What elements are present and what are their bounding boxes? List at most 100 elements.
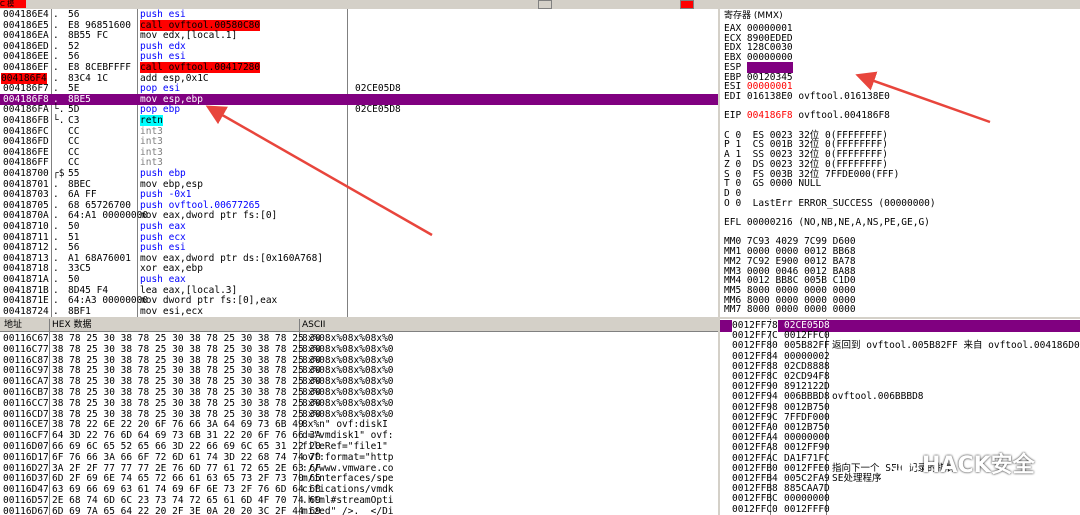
- disasm-row[interactable]: 004186FE CC int3: [0, 147, 718, 158]
- title-label: C 模: [0, 0, 26, 8]
- disasm-marker: .: [53, 30, 59, 42]
- disasm-row[interactable]: 004186FA └. 5D pop ebp 02CE05D8: [0, 104, 718, 115]
- window-buttons[interactable]: [538, 0, 698, 9]
- register-row[interactable]: EDI 016138E0 ovftool.016138E0: [724, 91, 890, 102]
- disasm-row[interactable]: 004186EA. 8B55 FC mov edx,[local.1]: [0, 30, 718, 41]
- disasm-hex: CC: [68, 136, 80, 148]
- disasm-marker: .: [53, 210, 59, 222]
- disasm-row[interactable]: 0041871A. 50 push eax: [0, 274, 718, 285]
- dump-row[interactable]: 00116D67 6D 69 7A 65 64 22 20 2F 3E 0A 20…: [0, 506, 718, 515]
- disasm-instruction: push esi: [140, 51, 186, 63]
- disasm-row[interactable]: 00418718. 33C5 xor eax,ebp: [0, 263, 718, 274]
- register-row[interactable]: EIP 004186F8 ovftool.004186F8: [724, 110, 890, 121]
- dump-header-address[interactable]: 地址: [4, 319, 22, 331]
- disasm-marker: └.: [53, 115, 65, 126]
- disasm-address: 0041871B: [3, 284, 49, 296]
- disasm-hex: 6A FF: [68, 189, 97, 201]
- disassembly-pane[interactable]: 004186E4. 56 push esi 004186E5. E8 96851600 c…: [0, 9, 718, 317]
- disasm-marker: .: [53, 252, 59, 264]
- disasm-hex: 8BE5: [68, 93, 91, 105]
- register-value[interactable]: 004186F8: [747, 110, 793, 121]
- disasm-row[interactable]: 004186E5. E8 96851600 call ovftool.00580C8…: [0, 19, 718, 31]
- disasm-hex: E8 8CEBFFFF: [68, 62, 131, 73]
- disasm-address: 00418713: [3, 252, 49, 264]
- stack-row[interactable]: 0012FFC0 0012FFF0: [720, 504, 1080, 515]
- disasm-instruction: mov esp,ebp: [140, 93, 203, 105]
- disasm-instruction: int3: [140, 136, 163, 148]
- disasm-row[interactable]: 0041870A. 64:A1 00000000 mov eax,dword ptr…: [0, 210, 718, 221]
- disasm-row[interactable]: 00418712. 56 push esi: [0, 242, 718, 253]
- disasm-marker: .: [53, 9, 59, 20]
- disasm-instruction: int3: [140, 125, 163, 137]
- disasm-marker: .: [53, 40, 59, 52]
- register-comment: ovftool.004186F8: [792, 110, 890, 122]
- disasm-hex: 8B55 FC: [68, 30, 109, 42]
- disasm-address: 004186F4: [1, 72, 47, 84]
- disasm-instruction: pop ebp: [140, 104, 181, 116]
- disasm-hex: 5D: [68, 104, 80, 116]
- disasm-row[interactable]: 00418711. 51 push ecx: [0, 232, 718, 243]
- disasm-comment: 02CE05D8: [355, 104, 401, 116]
- dump-header-ascii[interactable]: ASCII: [302, 319, 325, 331]
- disasm-instruction: call ovftool.00417280: [140, 62, 261, 73]
- registers-pane[interactable]: 寄存器 (MMX) EAX 00000001 ECX 8900EDED EDX 12…: [720, 9, 1080, 317]
- disasm-hex: 51: [68, 231, 80, 243]
- disasm-row[interactable]: 004186EE. 56 push esi: [0, 51, 718, 62]
- disasm-row[interactable]: 00418700 ┌$ 55 push ebp: [0, 168, 718, 179]
- disasm-hex: 56: [68, 9, 80, 20]
- disasm-marker: └.: [53, 104, 65, 116]
- disasm-address: 00418718: [3, 263, 49, 275]
- disasm-address: 004186FF: [3, 157, 49, 169]
- disasm-address: 0041871A: [3, 274, 49, 285]
- toolbar-strip: C 模: [0, 0, 1080, 9]
- disasm-marker: .: [53, 284, 59, 296]
- disasm-row[interactable]: 004186FB └. C3 retn: [0, 115, 718, 126]
- disasm-row[interactable]: 0041871E. 64:A3 00000000 mov dword ptr fs:…: [0, 295, 718, 306]
- disasm-row[interactable]: 004186E4. 56 push esi: [0, 9, 718, 20]
- dump-header-hex[interactable]: HEX 数据: [52, 319, 91, 331]
- disasm-row[interactable]: 00418701. 8BEC mov ebp,esp: [0, 179, 718, 190]
- disasm-marker: .: [53, 305, 59, 317]
- register-text: EFL 00000216 (NO,NB,NE,A,NS,PE,GE,G): [724, 217, 930, 228]
- disasm-row[interactable]: 004186F8. 8BE5 mov esp,ebp: [0, 93, 718, 105]
- disasm-instruction: mov dword ptr fs:[0],eax: [140, 295, 278, 307]
- disasm-address: 00418700: [3, 168, 49, 179]
- disasm-row[interactable]: 00418705. 68 65726700 push ovftool.0067726…: [0, 200, 718, 211]
- disasm-row[interactable]: 004186FC CC int3: [0, 126, 718, 137]
- dump-ascii: mized" />. </Di: [302, 505, 394, 515]
- disasm-row[interactable]: 004186EF. E8 8CEBFFFF call ovftool.0041728…: [0, 62, 718, 73]
- disasm-instruction: push ebp: [140, 168, 186, 179]
- disasm-hex: 8BEC: [68, 178, 91, 190]
- disasm-row[interactable]: 00418713. A1 68A76001 mov eax,dword ptr ds…: [0, 253, 718, 264]
- disasm-row[interactable]: 0041871B. 8D45 F4 lea eax,[local.3]: [0, 285, 718, 296]
- disasm-marker: .: [53, 295, 59, 307]
- disasm-hex: 64:A1 00000000: [68, 210, 149, 222]
- disasm-instruction: push esi: [140, 242, 186, 254]
- disasm-row[interactable]: 004186F4. 83C4 1C add esp,0x1C: [0, 72, 718, 84]
- disasm-address: 00418712: [3, 242, 49, 254]
- disasm-marker: .: [53, 263, 59, 275]
- register-row[interactable]: MM7 8000 0000 0000 0000: [724, 304, 856, 315]
- register-text: EIP: [724, 110, 747, 122]
- disasm-marker: .: [53, 242, 59, 254]
- disasm-hex: E8 96851600: [68, 19, 131, 31]
- disasm-row[interactable]: 00418710. 50 push eax: [0, 221, 718, 232]
- disasm-row[interactable]: 004186ED. 52 push edx: [0, 41, 718, 52]
- disasm-address: 00418710: [3, 221, 49, 232]
- disasm-marker: .: [53, 19, 59, 31]
- close-icon[interactable]: [680, 0, 694, 9]
- disasm-row[interactable]: 004186FF CC int3: [0, 157, 718, 168]
- disasm-instruction: mov eax,dword ptr ds:[0x160A768]: [140, 252, 324, 264]
- register-row[interactable]: O 0 LastErr ERROR_SUCCESS (00000000): [724, 198, 936, 209]
- disasm-instruction: int3: [140, 146, 163, 158]
- disasm-row[interactable]: 00418724. 8BF1 mov esi,ecx: [0, 306, 718, 317]
- disasm-hex: CC: [68, 157, 80, 169]
- minimize-icon[interactable]: [538, 0, 552, 9]
- disasm-row[interactable]: 00418703. 6A FF push -0x1: [0, 189, 718, 200]
- hex-dump-pane[interactable]: 地址 HEX 数据 ASCII 00116C67 38 78 25 30 38 7…: [0, 319, 718, 515]
- disasm-comment: 02CE05D8: [355, 83, 401, 95]
- disasm-address: 004186EA: [3, 30, 49, 42]
- disasm-row[interactable]: 004186F7. 5E pop esi 02CE05D8: [0, 83, 718, 94]
- disasm-row[interactable]: 004186FD CC int3: [0, 136, 718, 147]
- register-row[interactable]: EFL 00000216 (NO,NB,NE,A,NS,PE,GE,G): [724, 217, 930, 228]
